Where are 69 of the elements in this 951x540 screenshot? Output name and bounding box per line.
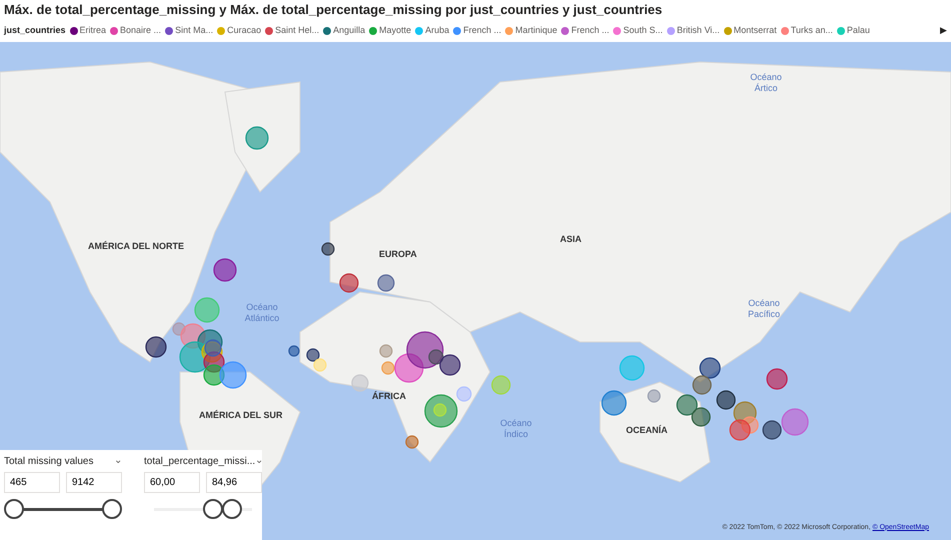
max-value-field[interactable]: 9142 — [66, 472, 122, 493]
legend-title: just_countries — [4, 24, 66, 38]
legend-label: Turks an... — [790, 24, 833, 38]
ocean-label: Océano Índico — [499, 418, 533, 440]
min-value-field[interactable]: 465 — [4, 472, 60, 493]
legend-label: Eritrea — [80, 24, 106, 38]
map-bubble — [676, 394, 698, 416]
range-slider[interactable] — [4, 499, 122, 519]
map-bubble — [716, 390, 736, 410]
min-value-field[interactable]: 60,00 — [144, 472, 200, 493]
legend-label: Anguilla — [333, 24, 366, 38]
continent-label: AMÉRICA DEL NORTE — [88, 240, 184, 253]
map-bubble — [306, 348, 320, 362]
legend-label: Bonaire ... — [120, 24, 162, 38]
slider-thumb[interactable] — [202, 499, 223, 519]
map-bubble — [692, 375, 712, 395]
map-bubble — [377, 274, 395, 292]
map-bubble — [405, 435, 419, 449]
legend-label: South S... — [623, 24, 663, 38]
map-bubble — [619, 355, 645, 381]
slider-thumb[interactable] — [4, 499, 24, 519]
legend-label: Saint Hel... — [275, 24, 320, 38]
ocean-label: Océano Ártico — [749, 72, 783, 94]
legend-label: French ... — [571, 24, 610, 38]
slider-thumb[interactable] — [222, 499, 242, 519]
map-bubble — [781, 408, 809, 436]
map-bubble — [321, 242, 335, 256]
map-bubble — [691, 407, 711, 427]
continent-label: OCEANÍA — [626, 424, 668, 437]
legend-label: Aruba — [425, 24, 450, 38]
map-bubble — [741, 416, 759, 434]
continent-label: EUROPA — [379, 248, 417, 261]
map-bubble — [729, 419, 751, 441]
continent-label: ÁFRICA — [372, 390, 406, 403]
chart-title: Máx. de total_percentage_missing y Máx. de total_percentage_missing por just_countries y just_countries — [4, 1, 662, 20]
map-bubble — [245, 126, 269, 150]
map-bubble — [213, 258, 237, 282]
map-bubble — [145, 336, 167, 358]
legend-label: French ... — [463, 24, 502, 38]
legend-label: British Vi... — [676, 24, 720, 38]
slider-thumb[interactable] — [102, 499, 122, 519]
map-bubble — [647, 389, 661, 403]
legend-label: Montserrat — [734, 24, 777, 38]
caret-icon[interactable]: ⌄ — [255, 456, 264, 466]
map-bubble — [766, 368, 788, 390]
ocean-label: Océano Pacífico — [746, 298, 781, 320]
max-value-field[interactable]: 84,96 — [206, 472, 262, 493]
map-bubble — [288, 345, 300, 357]
map-bubble — [601, 390, 627, 416]
legend-label: Mayotte — [379, 24, 412, 38]
map-bubble — [194, 297, 220, 323]
map-bubble — [313, 358, 327, 372]
map-bubble — [762, 420, 782, 440]
legend-label: Curacao — [227, 24, 262, 38]
ocean-label: Océano Atlántico — [244, 302, 280, 324]
legend-next-arrow[interactable]: ▶ — [940, 24, 947, 38]
map-bubble — [491, 375, 511, 395]
map-bubble — [339, 273, 359, 293]
continent-label: AMÉRICA DEL SUR — [199, 409, 283, 422]
caret-icon[interactable]: ⌄ — [114, 456, 122, 466]
slicer-title: Total missing values — [4, 454, 94, 468]
legend-label: Martinique — [515, 24, 558, 38]
legend-label: Palau — [846, 24, 870, 38]
map-bubble — [699, 357, 721, 379]
map-bubble — [351, 374, 369, 392]
legend-label: Sint Ma... — [175, 24, 214, 38]
slicer-title: total_percentage_missi... — [144, 454, 256, 468]
continent-label: ASIA — [560, 233, 582, 246]
map-bubble — [219, 361, 247, 389]
